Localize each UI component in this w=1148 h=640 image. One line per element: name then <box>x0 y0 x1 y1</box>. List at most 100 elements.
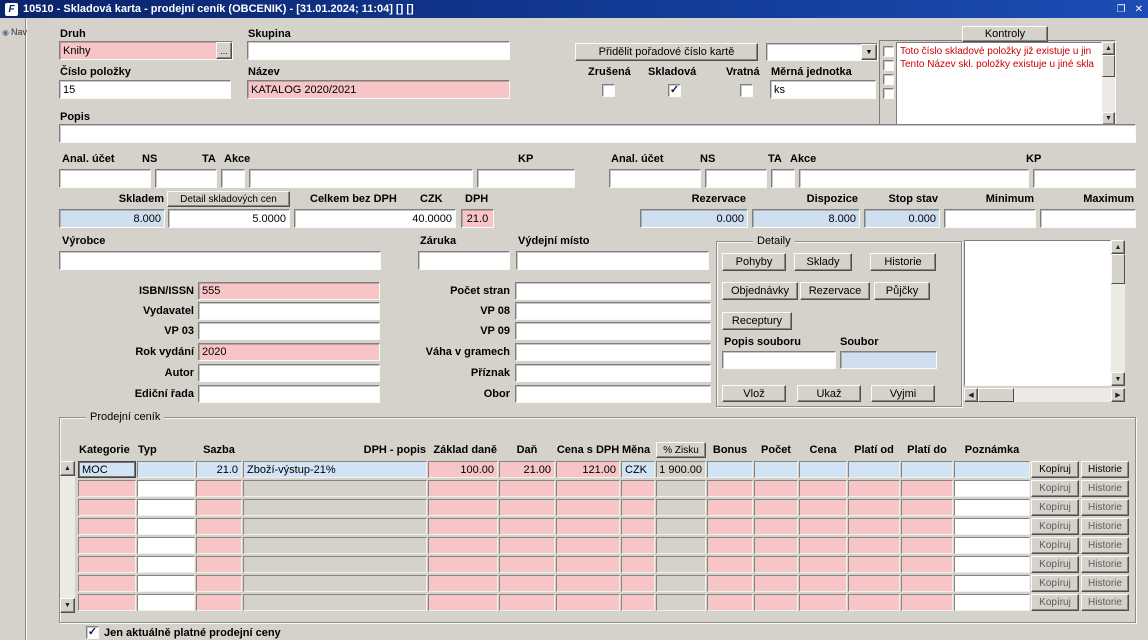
pricing-cell[interactable] <box>499 556 555 573</box>
pricing-cell[interactable] <box>901 499 953 516</box>
akce-field[interactable] <box>249 169 473 188</box>
rok-vydani-field[interactable]: 2020 <box>198 343 380 361</box>
pohyby-button[interactable]: Pohyby <box>722 253 786 271</box>
vp09-field[interactable] <box>515 322 711 340</box>
isbn-field[interactable]: 555 <box>198 282 380 300</box>
detail-skladovych-cen-button[interactable]: Detail skladových cen <box>167 191 290 207</box>
kp-field-2[interactable] <box>1033 169 1136 188</box>
pricing-cell[interactable] <box>707 499 753 516</box>
pricing-cell[interactable] <box>754 461 798 478</box>
warning-item[interactable]: Tento Název skl. položky existuje u jiné… <box>900 58 1098 71</box>
pricing-cell[interactable] <box>621 594 655 611</box>
pricing-cell[interactable] <box>656 575 706 592</box>
pricing-cell[interactable] <box>78 480 136 497</box>
pricing-cell[interactable] <box>901 556 953 573</box>
pricing-cell[interactable] <box>243 518 427 535</box>
pricing-cell[interactable] <box>78 556 136 573</box>
pricing-cell[interactable] <box>196 594 242 611</box>
scroll-up-icon[interactable]: ▲ <box>1111 240 1125 254</box>
pricing-cell[interactable] <box>556 499 620 516</box>
pricing-cell[interactable] <box>499 499 555 516</box>
pricing-cell[interactable] <box>707 575 753 592</box>
nav-toggle[interactable]: ◉ Nav <box>2 27 27 37</box>
pricing-cell[interactable]: CZK <box>621 461 655 478</box>
dph-field[interactable]: 21.0 <box>461 209 494 228</box>
anal-ucet-field-2[interactable] <box>609 169 701 188</box>
warning-checkbox[interactable] <box>883 74 894 85</box>
copy-row-button[interactable]: Kopíruj <box>1031 499 1079 516</box>
autor-field[interactable] <box>198 364 380 382</box>
zrusena-checkbox[interactable] <box>602 84 615 97</box>
pricing-cell[interactable] <box>196 518 242 535</box>
pricing-cell[interactable] <box>78 575 136 592</box>
pricing-cell[interactable]: 121.00 <box>556 461 620 478</box>
pricing-cell[interactable]: Zboží-výstup-21% <box>243 461 427 478</box>
pricing-cell[interactable] <box>78 594 136 611</box>
restore-icon[interactable]: ❐ <box>1117 4 1126 15</box>
pricing-cell[interactable] <box>799 575 847 592</box>
pricing-cell[interactable] <box>196 480 242 497</box>
pricing-cell[interactable] <box>499 480 555 497</box>
pricing-cell[interactable] <box>243 575 427 592</box>
pricing-cell[interactable] <box>78 518 136 535</box>
pricing-cell[interactable] <box>707 556 753 573</box>
ns-field-2[interactable] <box>705 169 767 188</box>
akce-field-2[interactable] <box>799 169 1029 188</box>
copy-row-button[interactable]: Kopíruj <box>1031 480 1079 497</box>
pricing-cell[interactable] <box>621 537 655 554</box>
receptury-button[interactable]: Receptury <box>722 312 792 330</box>
only-valid-prices-checkbox[interactable]: ✓ <box>86 626 99 639</box>
pricing-cell[interactable] <box>848 480 900 497</box>
pricing-cell[interactable] <box>656 499 706 516</box>
history-row-button[interactable]: Historie <box>1081 575 1129 592</box>
druh-browse-button[interactable]: ... <box>216 42 232 59</box>
pricing-cell[interactable] <box>656 518 706 535</box>
pricing-cell[interactable] <box>848 556 900 573</box>
pricing-cell[interactable] <box>901 461 953 478</box>
pricing-cell[interactable] <box>754 518 798 535</box>
popis-field[interactable] <box>59 124 1136 143</box>
pricing-cell[interactable] <box>196 499 242 516</box>
pricing-cell[interactable] <box>848 499 900 516</box>
pricing-cell[interactable] <box>428 537 498 554</box>
pricing-cell[interactable] <box>901 594 953 611</box>
pricing-cell[interactable] <box>621 556 655 573</box>
sklady-button[interactable]: Sklady <box>794 253 852 271</box>
pricing-cell[interactable] <box>78 499 136 516</box>
ns-field[interactable] <box>155 169 217 188</box>
pricing-cell[interactable] <box>499 537 555 554</box>
maximum-field[interactable] <box>1040 209 1136 228</box>
pricing-cell[interactable] <box>621 499 655 516</box>
pricing-cell[interactable] <box>848 594 900 611</box>
vyjmi-button[interactable]: Vyjmi <box>871 385 935 402</box>
ta-field[interactable] <box>221 169 245 188</box>
zisk-header-button[interactable]: % Zisku <box>656 442 706 458</box>
pricing-cell[interactable] <box>243 556 427 573</box>
pricing-cell[interactable] <box>243 537 427 554</box>
pricing-cell[interactable] <box>954 518 1030 535</box>
history-row-button[interactable]: Historie <box>1081 594 1129 611</box>
pricing-cell[interactable] <box>707 537 753 554</box>
pricing-cell[interactable] <box>754 575 798 592</box>
copy-row-button[interactable]: Kopíruj <box>1031 556 1079 573</box>
pricing-cell[interactable] <box>848 461 900 478</box>
pricing-cell[interactable] <box>137 461 195 478</box>
edicni-rada-field[interactable] <box>198 385 380 403</box>
warnings-list[interactable]: Toto číslo skladové položky již existuje… <box>896 42 1102 125</box>
pricing-cell[interactable] <box>848 518 900 535</box>
close-icon[interactable]: ✕ <box>1135 4 1143 15</box>
ukaz-button[interactable]: Ukaž <box>797 385 861 402</box>
pricing-cell[interactable] <box>799 556 847 573</box>
pujcky-button[interactable]: Půjčky <box>874 282 930 300</box>
vaha-field[interactable] <box>515 343 711 361</box>
pricing-cell[interactable] <box>137 556 195 573</box>
vloz-button[interactable]: Vlož <box>722 385 786 402</box>
pricing-cell[interactable] <box>901 518 953 535</box>
pricing-cell[interactable] <box>137 518 195 535</box>
scroll-down-icon[interactable]: ▼ <box>1111 372 1125 386</box>
pricing-cell[interactable]: 21.0 <box>196 461 242 478</box>
historie-button[interactable]: Historie <box>870 253 936 271</box>
history-row-button[interactable]: Historie <box>1081 537 1129 554</box>
history-row-button[interactable]: Historie <box>1081 556 1129 573</box>
priznak-field[interactable] <box>515 364 711 382</box>
